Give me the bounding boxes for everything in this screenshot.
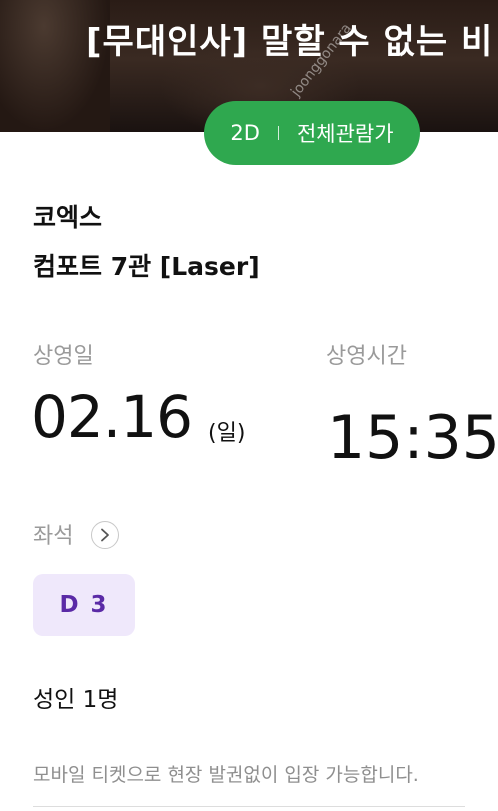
show-date: 02.16 (31, 383, 193, 451)
ticket-page: [무대인사] 말할 수 없는 비 joonggonara 2D 전체관람가 코엑… (0, 0, 498, 811)
audience-count: 성인 1명 (33, 687, 119, 713)
mobile-ticket-notice: 모바일 티켓으로 현장 발권없이 입장 가능합니다. (33, 764, 419, 786)
seat-detail-button[interactable] (91, 521, 119, 549)
divider (33, 806, 465, 807)
format-label: 2D (230, 121, 260, 145)
format-rating-badge: 2D 전체관람가 (204, 101, 420, 165)
chevron-right-icon (101, 528, 109, 542)
rating-label: 전체관람가 (296, 122, 394, 146)
movie-title: [무대인사] 말할 수 없는 비 (86, 22, 494, 62)
show-date-label: 상영일 (33, 344, 94, 369)
show-day: (일) (208, 421, 246, 446)
show-time-label: 상영시간 (326, 344, 407, 369)
show-time: 15:35 (327, 403, 498, 473)
badge-separator (277, 126, 279, 140)
seat-number-badge: D 3 (33, 574, 135, 636)
seat-label: 좌석 (33, 524, 74, 549)
screen-name: 컴포트 7관 [Laser] (33, 252, 260, 281)
theater-name: 코엑스 (33, 203, 103, 232)
